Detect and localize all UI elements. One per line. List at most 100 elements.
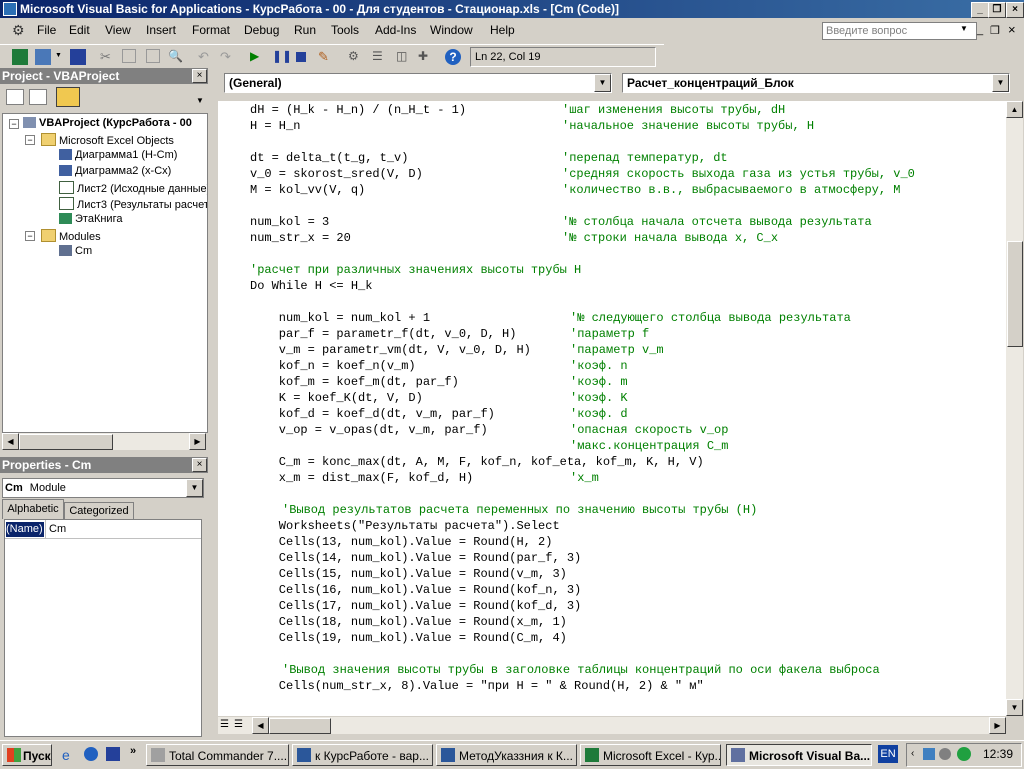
code-line[interactable]: Cells(13, num_kol).Value = Round(H, 2): [250, 534, 553, 550]
tab-categorized[interactable]: Categorized: [64, 502, 134, 519]
redo-icon[interactable]: ↷: [220, 49, 236, 65]
code-line[interactable]: H = H_n: [250, 118, 300, 134]
code-line[interactable]: Cells(16, num_kol).Value = Round(kof_n, …: [250, 582, 581, 598]
collapse-modules-icon[interactable]: −: [25, 231, 35, 241]
code-line[interactable]: C_m = konc_max(dt, A, M, F, kof_n, kof_e…: [250, 454, 704, 470]
code-comment[interactable]: 'шаг изменения высоты трубы, dH: [562, 102, 785, 118]
code-line[interactable]: num_str_x = 20: [250, 230, 351, 246]
code-comment[interactable]: 'количество в.в., выбрасываемого в атмос…: [562, 182, 900, 198]
toolbox-icon[interactable]: ✚: [418, 49, 434, 65]
tree-item-thisworkbook[interactable]: ЭтаКнига: [59, 213, 122, 225]
start-button[interactable]: Пуск: [2, 744, 52, 766]
copy-icon[interactable]: [122, 49, 136, 63]
ie-icon[interactable]: e: [62, 747, 78, 763]
help-icon[interactable]: ?: [445, 49, 461, 65]
antivirus-icon[interactable]: [957, 747, 971, 761]
tree-item-sheet2[interactable]: Лист2 (Исходные данные): [59, 181, 207, 195]
break-icon[interactable]: ❚❚: [272, 49, 292, 65]
insert-userform-icon[interactable]: [35, 49, 51, 65]
code-comment[interactable]: 'начальное значение высоты трубы, H: [562, 118, 814, 134]
mdi-minimize-button[interactable]: _: [977, 24, 983, 36]
tray-arrow-icon[interactable]: ‹: [911, 748, 914, 759]
cut-icon[interactable]: ✂: [100, 49, 116, 65]
project-close-button[interactable]: ×: [192, 69, 207, 83]
code-comment[interactable]: 'параметр v_m: [570, 342, 664, 358]
undo-icon[interactable]: ↶: [198, 49, 214, 65]
design-mode-icon[interactable]: ✎: [318, 49, 334, 65]
code-line[interactable]: v_0 = skorost_sred(V, D): [250, 166, 423, 182]
dropdown-arrow-icon[interactable]: ▼: [594, 74, 611, 92]
scroll-left-icon[interactable]: ◀: [252, 717, 269, 734]
help-search-input[interactable]: Введите вопрос: [822, 22, 977, 40]
scroll-thumb[interactable]: [269, 718, 331, 734]
code-line[interactable]: Cells(17, num_kol).Value = Round(kof_d, …: [250, 598, 581, 614]
menu-insert[interactable]: Insert: [146, 23, 176, 37]
code-line[interactable]: par_f = parametr_f(dt, v_0, D, H): [250, 326, 517, 342]
code-comment[interactable]: 'параметр f: [570, 326, 649, 342]
more-quicklaunch-icon[interactable]: »: [130, 745, 136, 757]
object-browser-icon[interactable]: ◫: [396, 49, 412, 65]
code-vscrollbar[interactable]: ▲ ▼: [1006, 101, 1023, 716]
code-line[interactable]: Do While H <= H_k: [250, 278, 372, 294]
code-line[interactable]: Cells(14, num_kol).Value = Round(par_f, …: [250, 550, 581, 566]
tray-app-icon[interactable]: [939, 748, 951, 760]
toggle-folders-icon[interactable]: [56, 87, 80, 107]
tree-item-chart2[interactable]: Диаграмма2 (x-Cx): [59, 165, 171, 177]
tree-item-module-cm[interactable]: Cm: [59, 245, 92, 257]
code-editor[interactable]: dH = (H_k - H_n) / (n_H_t - 1) 'шаг измен…: [238, 101, 1006, 716]
menu-addins[interactable]: Add-Ins: [375, 23, 416, 37]
code-line[interactable]: Cells(18, num_kol).Value = Round(x_m, 1): [250, 614, 567, 630]
procedure-view-icon[interactable]: ☰: [220, 719, 232, 731]
code-comment[interactable]: 'расчет при различных значениях высоты т…: [250, 262, 581, 278]
code-line[interactable]: kof_m = koef_m(dt, par_f): [250, 374, 459, 390]
code-line[interactable]: x_m = dist_max(F, kof_d, H): [250, 470, 473, 486]
tree-folder-objects[interactable]: Microsoft Excel Objects: [41, 133, 174, 147]
task-excel[interactable]: Microsoft Excel - Кур...: [580, 744, 721, 766]
code-line[interactable]: M = kol_vv(V, q): [250, 182, 365, 198]
code-comment[interactable]: '№ следующего столбца вывода результата: [570, 310, 851, 326]
scroll-up-icon[interactable]: ▲: [1006, 101, 1023, 118]
dropdown-arrow-icon[interactable]: ▼: [992, 74, 1009, 92]
code-line[interactable]: Cells(15, num_kol).Value = Round(v_m, 3): [250, 566, 567, 582]
menu-run[interactable]: Run: [294, 23, 316, 37]
tree-item-chart1[interactable]: Диаграмма1 (H-Cm): [59, 149, 177, 161]
task-word-2[interactable]: МетодУказзния к К...: [436, 744, 577, 766]
code-line[interactable]: Worksheets("Результаты расчета").Select: [250, 518, 560, 534]
code-comment[interactable]: 'Вывод результатов расчета переменных по…: [282, 502, 757, 518]
find-icon[interactable]: 🔍: [168, 49, 184, 65]
code-comment[interactable]: 'перепад температур, dt: [562, 150, 728, 166]
tree-root[interactable]: VBAProject (КурсРабота - 00: [23, 117, 192, 129]
run-icon[interactable]: ▶: [250, 49, 266, 65]
menu-debug[interactable]: Debug: [244, 23, 279, 37]
network-icon[interactable]: [923, 748, 935, 760]
mdi-close-button[interactable]: ×: [1008, 22, 1016, 37]
code-line[interactable]: K = koef_K(dt, V, D): [250, 390, 423, 406]
code-comment[interactable]: 'коэф. K: [570, 390, 628, 406]
code-line[interactable]: v_op = v_opas(dt, v_m, par_f): [250, 422, 488, 438]
scroll-right-icon[interactable]: ▶: [189, 433, 206, 450]
collapse-objects-icon[interactable]: −: [25, 135, 35, 145]
language-indicator[interactable]: EN: [878, 745, 898, 763]
collapse-root-icon[interactable]: −: [9, 119, 19, 129]
scroll-right-icon[interactable]: ▶: [989, 717, 1006, 734]
task-vba[interactable]: Microsoft Visual Ba...: [726, 744, 872, 766]
code-comment[interactable]: 'коэф. n: [570, 358, 628, 374]
close-button[interactable]: ×: [1006, 2, 1024, 18]
code-comment[interactable]: 'опасная скорость v_op: [570, 422, 728, 438]
code-line[interactable]: v_m = parametr_vm(dt, V, v_0, D, H): [250, 342, 531, 358]
object-select[interactable]: Cm Module ▼: [2, 478, 204, 498]
menu-edit[interactable]: Edit: [69, 23, 90, 37]
view-object-icon[interactable]: [29, 89, 47, 105]
minimize-button[interactable]: _: [971, 2, 989, 18]
code-line[interactable]: Cells(num_str_x, 8).Value = "при H = " &…: [250, 678, 704, 694]
tree-folder-modules[interactable]: Modules: [41, 229, 101, 243]
object-combo[interactable]: (General) ▼: [224, 73, 612, 93]
vba-menu-icon[interactable]: ⚙: [12, 22, 28, 38]
project-hscrollbar[interactable]: ◀ ▶: [2, 433, 206, 450]
code-line[interactable]: dt = delta_t(t_g, t_v): [250, 150, 408, 166]
procedure-combo[interactable]: Расчет_концентраций_Блок ▼: [622, 73, 1010, 93]
quicklaunch-icon[interactable]: [84, 747, 98, 761]
code-line[interactable]: kof_d = koef_d(dt, v_m, par_f): [250, 406, 495, 422]
reset-icon[interactable]: [296, 52, 306, 62]
code-line[interactable]: num_kol = num_kol + 1: [250, 310, 430, 326]
